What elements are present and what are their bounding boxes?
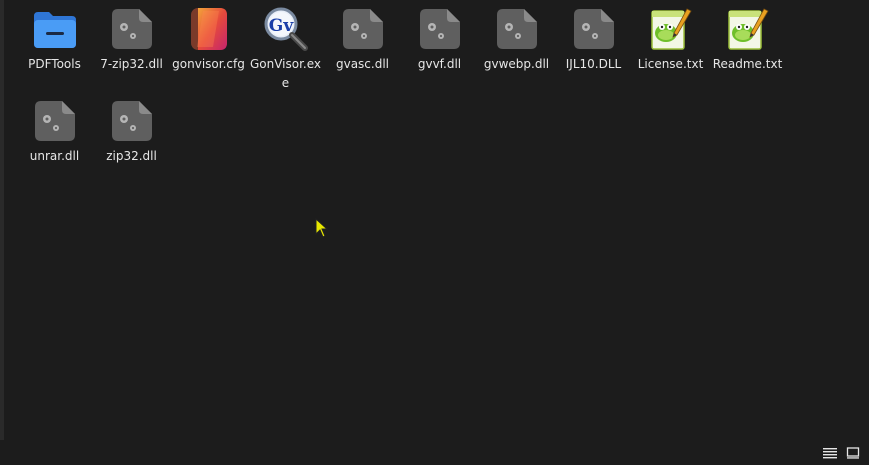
file-label: GonVisor.exe	[249, 57, 322, 90]
file-label: gonvisor.cfg	[172, 57, 245, 71]
file-item-pdftools[interactable]: PDFTools	[16, 6, 93, 98]
dll-file-icon	[494, 6, 540, 52]
file-item-readme-txt[interactable]: Readme.txt	[709, 6, 786, 98]
file-icon-grid: PDFTools 7-zip32.dll gonvisor.cfg Gv Gon…	[16, 6, 862, 190]
icon-view-icon[interactable]	[845, 446, 861, 460]
file-label: PDFTools	[28, 57, 81, 71]
notepadpp-text-icon	[648, 6, 694, 52]
file-manager-window: PDFTools 7-zip32.dll gonvisor.cfg Gv Gon…	[0, 0, 869, 465]
dll-file-icon	[340, 6, 386, 52]
dll-file-icon	[109, 6, 155, 52]
file-item-gvvf-dll[interactable]: gvvf.dll	[401, 6, 478, 98]
file-label: License.txt	[637, 57, 704, 71]
dll-file-icon	[571, 6, 617, 52]
file-item-ijl10-dll[interactable]: IJL10.DLL	[555, 6, 632, 98]
dll-file-icon	[32, 98, 78, 144]
file-item-gvasc-dll[interactable]: gvasc.dll	[324, 6, 401, 98]
file-item-7-zip32-dll[interactable]: 7-zip32.dll	[93, 6, 170, 98]
file-label: 7-zip32.dll	[100, 57, 163, 71]
file-label: unrar.dll	[29, 149, 80, 163]
list-view-icon[interactable]	[822, 446, 838, 460]
notepadpp-text-icon	[725, 6, 771, 52]
file-label: gvvf.dll	[417, 57, 462, 71]
file-label: zip32.dll	[106, 149, 157, 163]
file-item-gonvisor-exe[interactable]: Gv GonVisor.exe	[247, 6, 324, 98]
file-item-gvwebp-dll[interactable]: gvwebp.dll	[478, 6, 555, 98]
mouse-cursor	[315, 217, 331, 240]
dll-file-icon	[109, 98, 155, 144]
file-label: gvwebp.dll	[483, 57, 550, 71]
status-bar	[0, 440, 869, 465]
file-item-gonvisor-cfg[interactable]: gonvisor.cfg	[170, 6, 247, 98]
file-item-zip32-dll[interactable]: zip32.dll	[93, 98, 170, 190]
cfg-file-icon	[186, 6, 232, 52]
file-label: IJL10.DLL	[565, 57, 622, 71]
file-label: Readme.txt	[712, 57, 783, 71]
file-item-unrar-dll[interactable]: unrar.dll	[16, 98, 93, 190]
file-item-license-txt[interactable]: License.txt	[632, 6, 709, 98]
folder-icon	[32, 6, 78, 52]
gonvisor-app-icon: Gv	[263, 6, 309, 52]
window-left-edge	[0, 0, 4, 440]
file-label: gvasc.dll	[335, 57, 390, 71]
dll-file-icon	[417, 6, 463, 52]
